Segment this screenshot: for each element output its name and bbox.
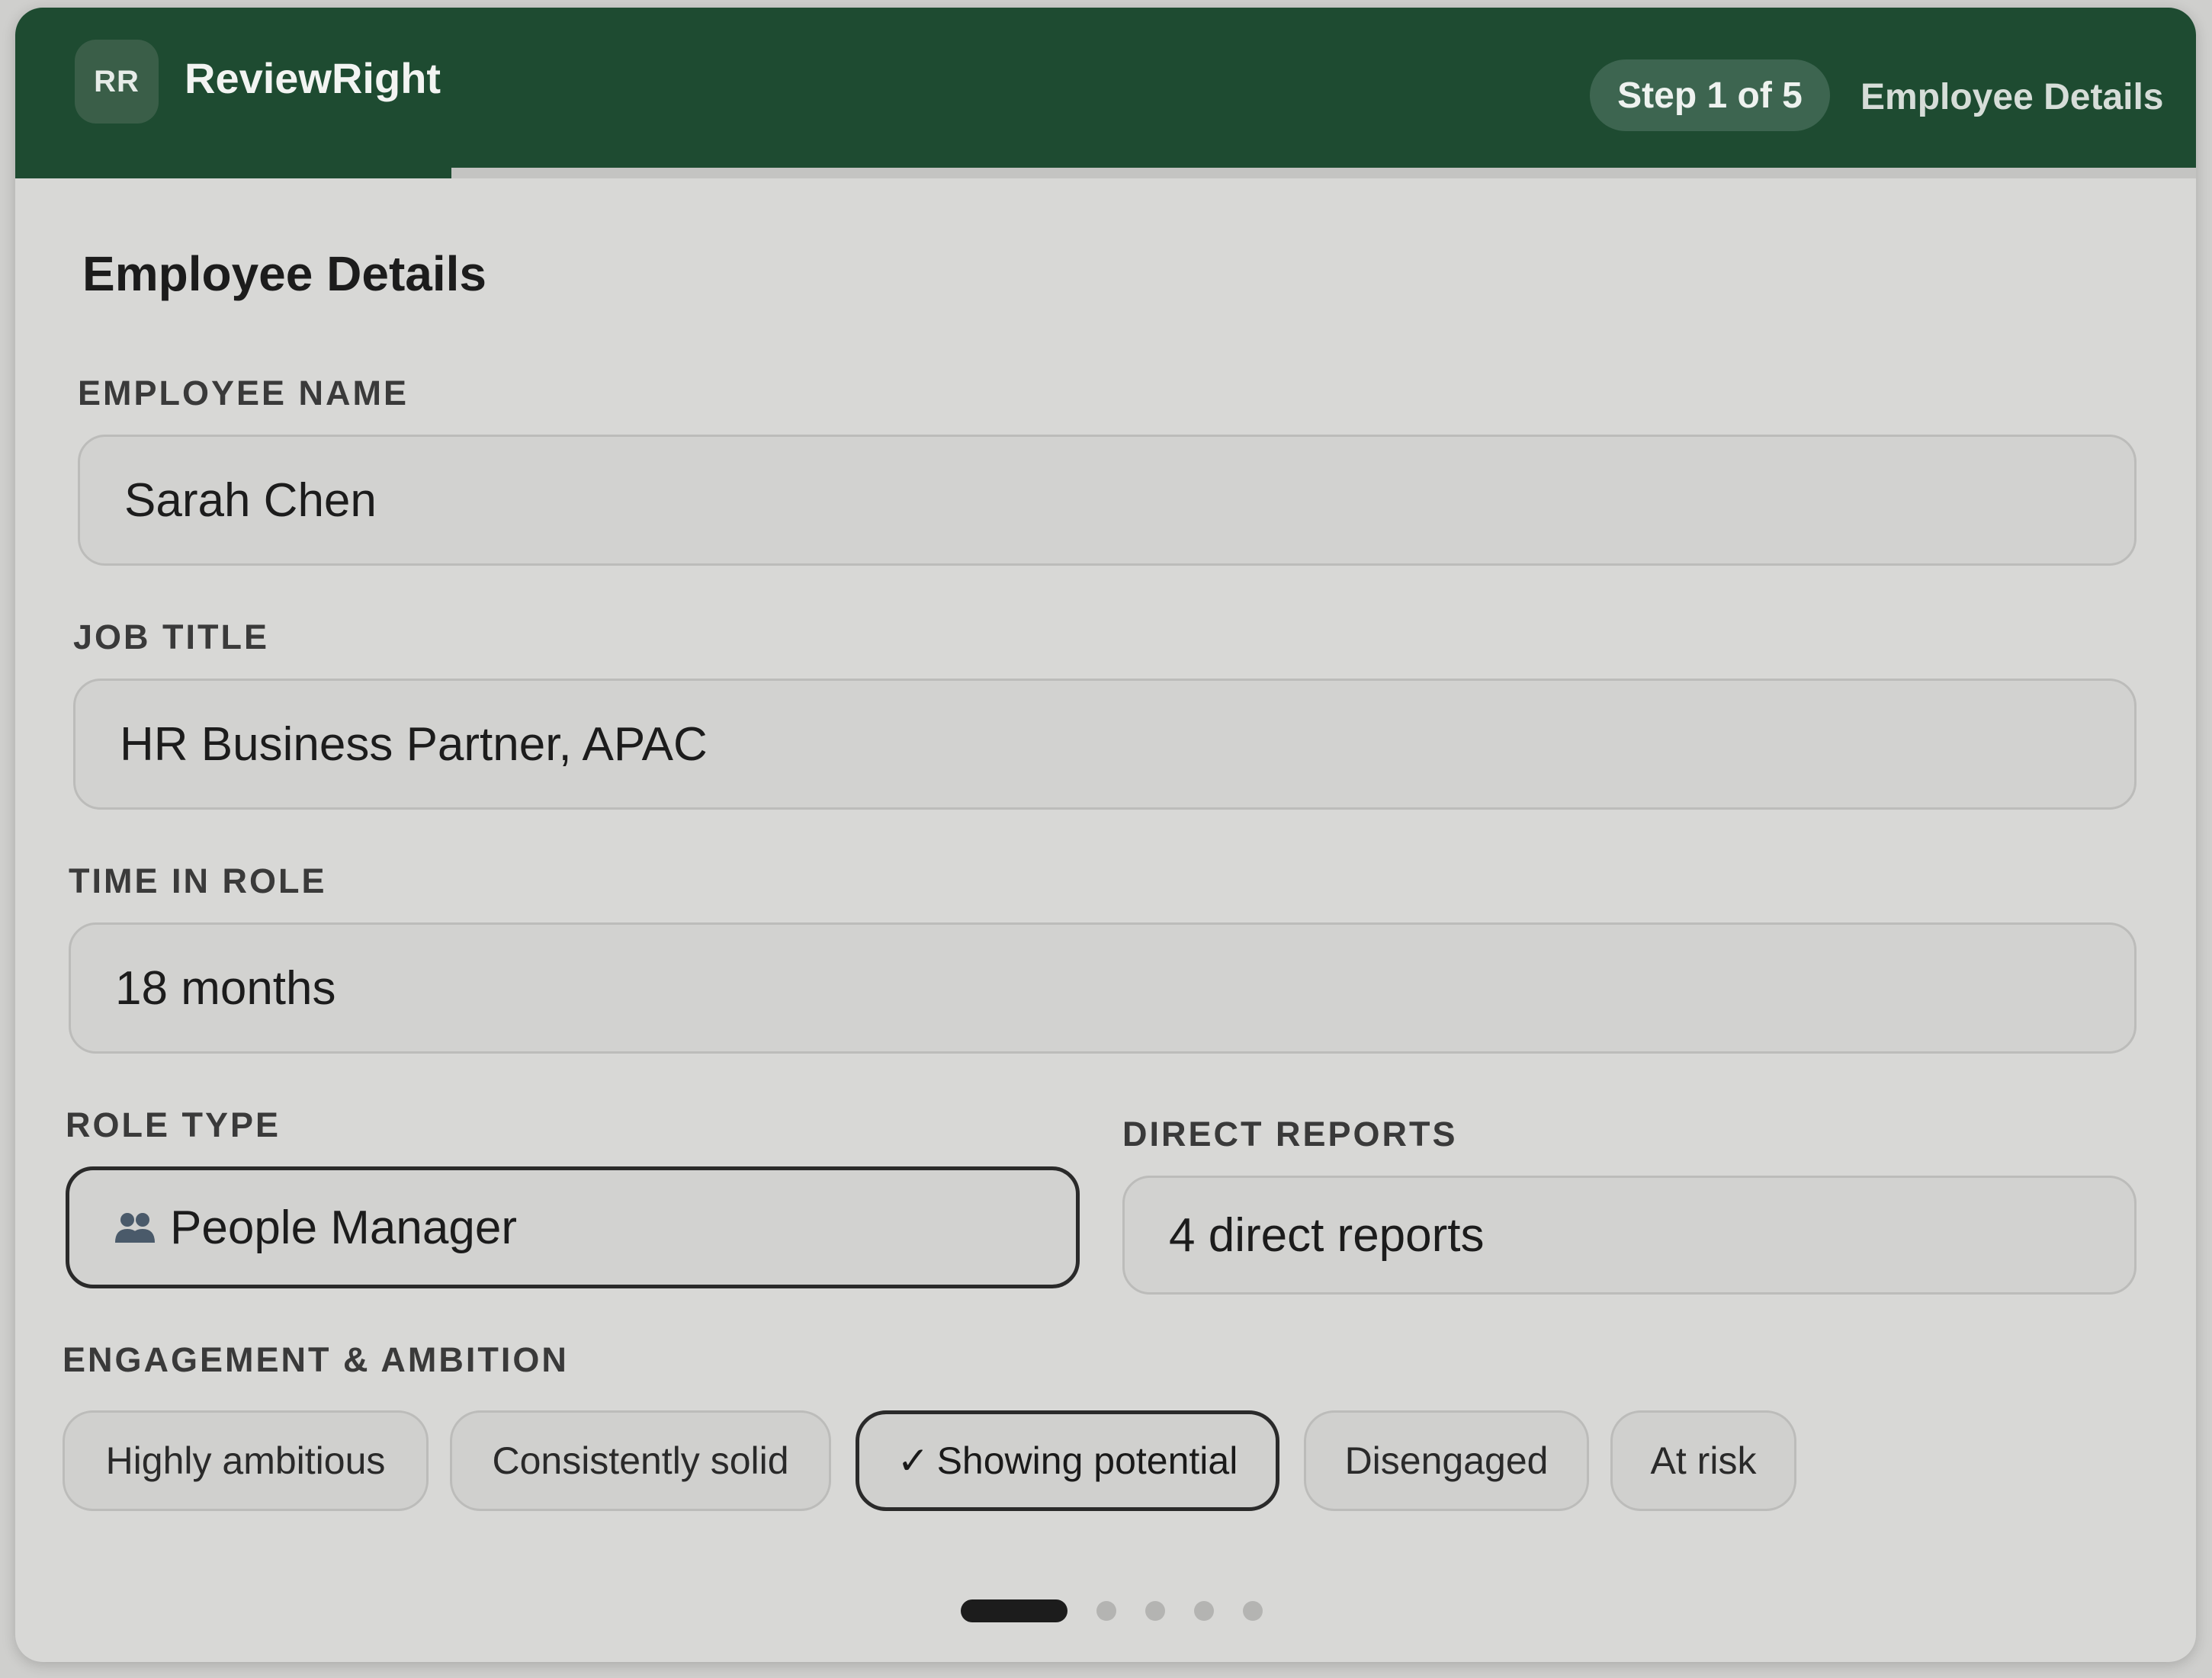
engagement-option-showing-potential[interactable]: ✓ Showing potential [856,1410,1279,1511]
job-title-value: HR Business Partner, APAC [120,717,708,771]
step-dot-3[interactable] [1145,1601,1165,1621]
step-dot-1[interactable] [961,1599,1067,1622]
time-in-role-field[interactable]: 18 months [69,922,2137,1054]
logo-badge: RR [75,40,159,124]
option-label: Consistently solid [492,1439,789,1482]
engagement-option-at-risk[interactable]: At risk [1610,1410,1796,1511]
job-title-label: JOB TITLE [73,618,270,656]
wizard-card: RR ReviewRight Step 1 of 5 Employee Deta… [15,8,2196,1662]
engagement-option-consistently-solid[interactable]: Consistently solid [450,1410,831,1511]
engagement-option-highly-ambitious[interactable]: Highly ambitious [63,1410,429,1511]
role-type-value: People Manager [170,1201,517,1254]
step-dot-4[interactable] [1194,1601,1214,1621]
employee-name-label: EMPLOYEE NAME [78,374,409,412]
role-type-label: ROLE TYPE [66,1105,281,1144]
time-in-role-label: TIME IN ROLE [69,861,327,900]
step-label: Step 1 of 5 [1617,75,1803,116]
option-label: Disengaged [1344,1439,1549,1482]
check-icon: ✓ [897,1439,929,1482]
step-dots [961,1599,1263,1622]
app-name: ReviewRight [185,54,441,102]
direct-reports-field[interactable]: 4 direct reports [1122,1176,2137,1295]
employee-name-value: Sarah Chen [124,473,377,527]
people-icon [114,1211,156,1244]
employee-name-field[interactable]: Sarah Chen [78,435,2137,566]
option-label: Showing potential [936,1439,1238,1482]
progress-bar [15,168,2196,178]
option-label: Highly ambitious [105,1439,386,1482]
step-name: Employee Details [1860,77,2164,117]
step-dot-5[interactable] [1243,1601,1263,1621]
logo-initials: RR [94,64,140,98]
role-type-select[interactable]: People Manager [66,1166,1080,1288]
progress-bar-fill [15,168,451,178]
time-in-role-value: 18 months [115,961,336,1015]
app-header: RR ReviewRight Step 1 of 5 Employee Deta… [15,8,2196,168]
step-dot-2[interactable] [1096,1601,1116,1621]
job-title-field[interactable]: HR Business Partner, APAC [73,679,2137,810]
section-title: Employee Details [82,246,486,301]
step-indicator: Step 1 of 5 [1590,59,1830,131]
option-label: At risk [1650,1439,1757,1482]
direct-reports-label: DIRECT REPORTS [1122,1115,1458,1153]
engagement-option-disengaged[interactable]: Disengaged [1304,1410,1589,1511]
direct-reports-value: 4 direct reports [1169,1208,1485,1262]
engagement-label: ENGAGEMENT & AMBITION [63,1340,569,1379]
